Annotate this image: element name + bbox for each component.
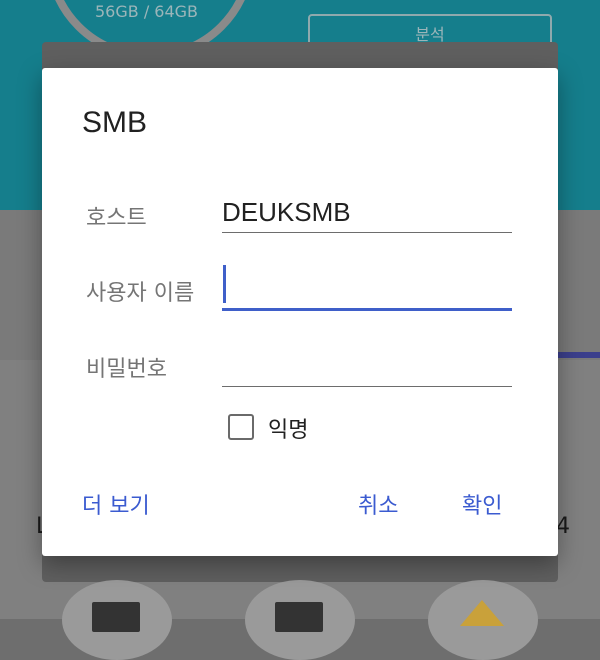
drive-icon xyxy=(428,580,538,660)
password-input[interactable] xyxy=(222,347,512,387)
text-caret xyxy=(223,265,226,303)
username-input[interactable] xyxy=(222,271,512,311)
background-progress-bar xyxy=(558,352,600,358)
anonymous-checkbox[interactable] xyxy=(228,414,254,440)
ok-button[interactable]: 확인 xyxy=(462,488,502,520)
dialog-title: SMB xyxy=(82,106,148,139)
folder-icon xyxy=(62,580,172,660)
username-label: 사용자 이름 xyxy=(86,281,195,306)
more-button[interactable]: 더 보기 xyxy=(82,488,150,520)
storage-usage-text: 56GB / 64GB xyxy=(95,2,199,21)
password-label: 비밀번호 xyxy=(86,357,167,382)
folder-icon xyxy=(245,580,355,660)
cancel-button[interactable]: 취소 xyxy=(358,488,398,520)
host-label: 호스트 xyxy=(86,206,147,231)
background-label-right: 4 xyxy=(556,514,570,539)
anonymous-label: 익명 xyxy=(268,418,309,443)
host-input[interactable] xyxy=(222,193,512,233)
smb-dialog: SMB 호스트 사용자 이름 비밀번호 익명 더 보기 취소 확인 xyxy=(42,68,558,556)
